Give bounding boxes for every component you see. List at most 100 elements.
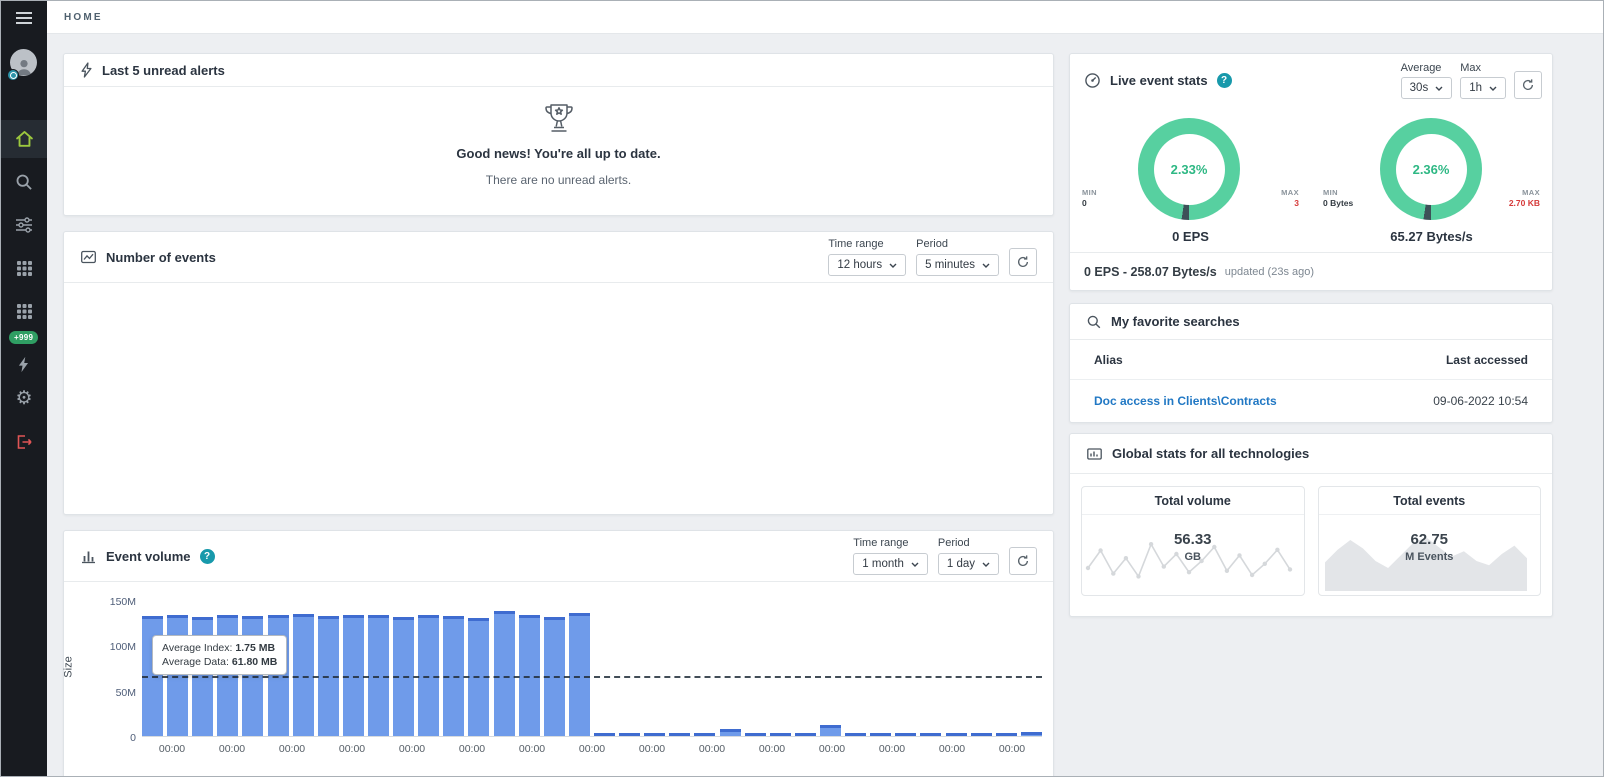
max-select[interactable]: 1h <box>1460 77 1506 99</box>
trophy-icon <box>539 101 579 137</box>
refresh-button[interactable] <box>1009 547 1037 575</box>
x-tick-label: 00:00 <box>879 743 905 755</box>
sidebar-item-apps[interactable] <box>1 249 47 287</box>
bar[interactable] <box>996 733 1017 736</box>
x-tick-label: 00:00 <box>519 743 545 755</box>
time-range-control: Time range 12 hours <box>828 238 906 276</box>
sidebar-item-filters[interactable] <box>1 206 47 244</box>
bar[interactable] <box>946 733 967 736</box>
bar[interactable] <box>293 614 314 736</box>
x-tick-label: 00:00 <box>459 743 485 755</box>
bar[interactable] <box>971 733 992 736</box>
x-tick-label: 00:00 <box>279 743 305 755</box>
time-range-select[interactable]: 12 hours <box>828 254 906 276</box>
bar[interactable] <box>569 613 590 736</box>
breadcrumb[interactable]: HOME <box>64 12 103 23</box>
bar[interactable] <box>594 733 615 736</box>
hamburger-menu-button[interactable] <box>1 1 47 34</box>
number-of-events-header: Number of events Time range 12 hours Per… <box>64 232 1053 283</box>
bar[interactable] <box>795 733 816 736</box>
bar[interactable] <box>694 733 715 736</box>
help-icon[interactable]: ? <box>200 549 215 564</box>
period-value: 1 day <box>947 558 975 570</box>
last-accessed-column-header: Last accessed <box>1446 353 1528 367</box>
average-select[interactable]: 30s <box>1401 77 1453 99</box>
refresh-button[interactable] <box>1514 71 1542 99</box>
bar[interactable] <box>745 733 766 736</box>
sidebar-item-settings[interactable]: ⚙ <box>1 379 47 417</box>
bar[interactable] <box>895 733 916 736</box>
alerts-headline: Good news! You're all up to date. <box>64 146 1053 161</box>
x-tick-label: 00:00 <box>159 743 185 755</box>
event-volume-card: Event volume ? Time range 1 month Period… <box>63 530 1054 777</box>
period-select[interactable]: 1 day <box>938 553 999 575</box>
stat-title: Total events <box>1319 487 1541 515</box>
sidebar-item-search[interactable] <box>1 163 47 201</box>
sidebar-item-home[interactable] <box>1 120 47 158</box>
sidebar-item-alerts[interactable] <box>1 345 47 383</box>
y-axis-title: Size <box>63 656 75 677</box>
bytes-min: MIN 0 Bytes <box>1323 188 1353 208</box>
stat-value-wrap: 56.33 GB <box>1082 531 1304 563</box>
search-icon <box>1086 314 1102 330</box>
max-value: 3 <box>1281 198 1299 208</box>
bar[interactable] <box>167 615 188 736</box>
footer-updated: updated (23s ago) <box>1225 266 1314 278</box>
bar[interactable] <box>720 729 741 736</box>
max-control: Max 1h <box>1460 62 1506 99</box>
favorites-column-headers: Alias Last accessed <box>1070 340 1552 380</box>
max-label: MAX <box>1509 188 1540 197</box>
donut-percent: 2.33% <box>1171 162 1208 177</box>
donut-caption: 65.27 Bytes/s <box>1323 229 1540 244</box>
help-icon[interactable]: ? <box>1217 73 1232 88</box>
events-controls: Time range 12 hours Period 5 minutes <box>828 238 1037 276</box>
x-axis-labels: 00:0000:0000:0000:0000:0000:0000:0000:00… <box>142 743 1042 755</box>
period-select[interactable]: 5 minutes <box>916 254 999 276</box>
total-events-box: Total events 62.75 M Events <box>1318 486 1542 596</box>
bar[interactable] <box>920 733 941 736</box>
refresh-button[interactable] <box>1009 248 1037 276</box>
alerts-empty-state: Good news! You're all up to date. There … <box>64 87 1053 187</box>
favorite-searches-card: My favorite searches Alias Last accessed… <box>1069 303 1553 423</box>
notification-badge[interactable]: +999 <box>9 331 38 344</box>
period-control: Period 1 day <box>938 537 999 575</box>
bar[interactable] <box>820 725 841 736</box>
stat-value: 56.33 <box>1082 531 1304 548</box>
sidebar-item-modules[interactable] <box>1 292 47 330</box>
y-axis-ticks: 150M100M50M0 <box>100 596 136 744</box>
lightning-icon <box>17 356 31 373</box>
bar[interactable] <box>669 733 690 736</box>
unread-alerts-card: Last 5 unread alerts Good news! You're a… <box>63 53 1054 216</box>
bar[interactable] <box>770 733 791 736</box>
time-range-select[interactable]: 1 month <box>853 553 928 575</box>
period-label: Period <box>916 238 999 250</box>
event-volume-header: Event volume ? Time range 1 month Period… <box>64 531 1053 582</box>
bar[interactable] <box>644 733 665 736</box>
tooltip-label: Average Index: <box>162 642 232 654</box>
total-volume-box: Total volume 56.33 GB <box>1081 486 1305 596</box>
bar[interactable] <box>1021 732 1042 736</box>
min-value: 0 <box>1082 198 1097 208</box>
bar-chart-icon <box>80 548 97 564</box>
bar[interactable] <box>494 611 515 736</box>
bar[interactable] <box>870 733 891 736</box>
global-stats-header: Global stats for all technologies <box>1070 434 1552 474</box>
bar[interactable] <box>845 733 866 736</box>
user-avatar[interactable] <box>10 49 38 79</box>
donut-chart: 2.33% <box>1138 118 1240 220</box>
volume-controls: Time range 1 month Period 1 day <box>853 537 1037 575</box>
min-label: MIN <box>1323 188 1353 197</box>
favorite-search-link[interactable]: Doc access in Clients\Contracts <box>1094 394 1277 408</box>
footer-stat: 0 EPS - 258.07 Bytes/s <box>1084 265 1217 279</box>
donut-chart: 2.36% <box>1380 118 1482 220</box>
time-range-value: 1 month <box>862 558 904 570</box>
bar[interactable] <box>619 733 640 736</box>
bar[interactable] <box>343 615 364 736</box>
gauge-icon <box>1084 72 1101 89</box>
card-title: Live event stats <box>1110 73 1208 88</box>
tooltip-value: 61.80 MB <box>232 656 278 668</box>
grid-icon <box>16 260 33 277</box>
sidebar-item-logout[interactable] <box>1 423 47 461</box>
min-value: 0 Bytes <box>1323 198 1353 208</box>
x-tick-label: 00:00 <box>819 743 845 755</box>
